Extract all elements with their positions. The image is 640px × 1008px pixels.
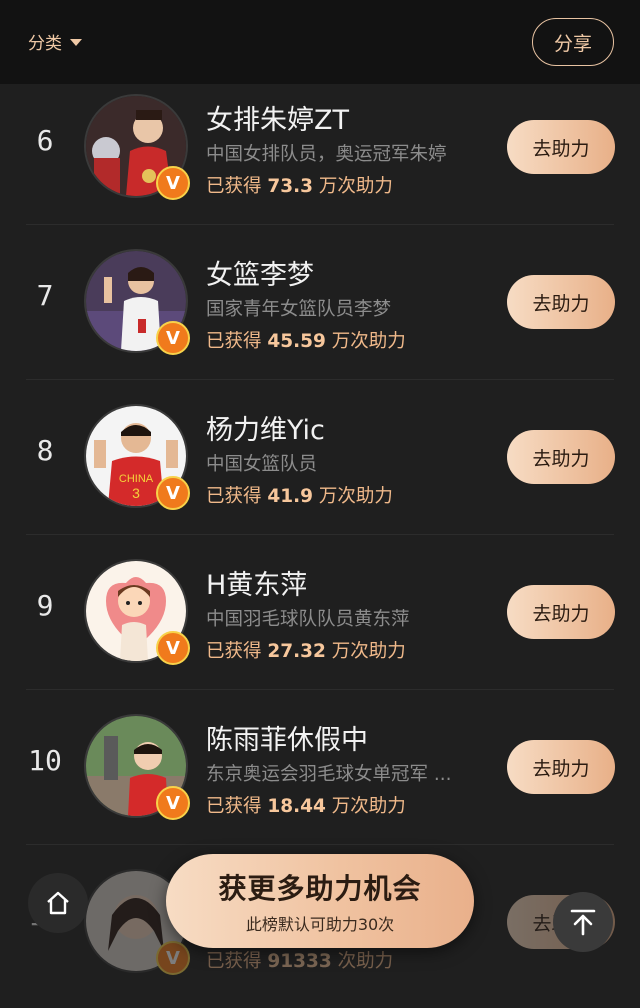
rank-number: 10 [28, 744, 62, 777]
back-to-top-button[interactable] [553, 892, 613, 952]
share-button[interactable]: 分享 [532, 18, 614, 66]
list-item: 10 V 陈雨菲休假中 东京奥运会羽毛球女单冠军 ... 已获得 18.44 万… [0, 690, 640, 845]
support-value: 18.44 [267, 796, 326, 817]
cta-title: 获更多助力机会 [218, 872, 422, 905]
support-count: 已获得 45.59 万次助力 [206, 331, 406, 352]
support-value: 41.9 [267, 486, 314, 507]
avatar[interactable]: V [84, 559, 190, 665]
verified-badge: V [156, 321, 190, 355]
avatar[interactable]: V [84, 249, 190, 355]
support-button[interactable]: 去助力 [507, 430, 615, 484]
home-button[interactable] [28, 873, 88, 933]
support-button[interactable]: 去助力 [507, 275, 615, 329]
support-count: 已获得 27.32 万次助力 [206, 641, 406, 662]
support-value: 27.32 [267, 641, 326, 662]
more-support-button[interactable]: 获更多助力机会 此榜默认可助力30次 [166, 854, 474, 948]
verified-badge: V [156, 786, 190, 820]
arrow-up-icon [570, 909, 596, 936]
list-item: 8 CHINA 3 V 杨力维Yic 中国女篮队员 已获得 41.9 万次助力 … [0, 380, 640, 535]
rank-number: 7 [36, 279, 54, 312]
user-name: 陈雨菲休假中 [206, 725, 368, 756]
avatar[interactable]: V [84, 714, 190, 820]
rank-number: 9 [36, 589, 54, 622]
top-bar: 分类 分享 [0, 0, 640, 84]
verified-badge: V [156, 941, 190, 975]
user-name: H黄东萍 [206, 570, 308, 601]
caret-down-icon [70, 39, 82, 46]
support-value: 73.3 [267, 176, 314, 197]
support-button[interactable]: 去助力 [507, 585, 615, 639]
rank-number: 6 [36, 124, 54, 157]
home-icon [47, 891, 69, 915]
category-dropdown[interactable]: 分类 [28, 26, 82, 56]
user-name: 杨力维Yic [206, 415, 325, 446]
user-description: 中国女篮队员 [206, 454, 318, 475]
user-description: 中国女排队员，奥运冠军朱婷 [206, 144, 447, 165]
avatar[interactable]: V [84, 94, 190, 200]
ranking-page: 分类 分享 6 V 女排朱婷ZT 中国女排队员，奥运冠军朱婷 已获得 73.3 … [0, 0, 640, 1008]
rank-number: 8 [36, 434, 54, 467]
user-name: 女排朱婷ZT [206, 105, 349, 136]
verified-badge: V [156, 476, 190, 510]
svg-text:3: 3 [132, 485, 140, 501]
category-label: 分类 [28, 33, 62, 54]
user-description: 国家青年女篮队员李梦 [206, 299, 392, 320]
support-value: 45.59 [267, 331, 326, 352]
verified-badge: V [156, 166, 190, 200]
svg-text:CHINA: CHINA [119, 473, 154, 485]
support-value: 91333 [267, 951, 332, 972]
list-item: 6 V 女排朱婷ZT 中国女排队员，奥运冠军朱婷 已获得 73.3 万次助力 去… [0, 70, 640, 225]
support-count: 已获得 91333 次助力 [206, 951, 394, 972]
avatar[interactable]: CHINA 3 V [84, 404, 190, 510]
cta-subtitle: 此榜默认可助力30次 [245, 915, 395, 934]
list-item: 7 V 女篮李梦 国家青年女篮队员李梦 已获得 45.59 万次助力 去助力 [0, 225, 640, 380]
verified-badge: V [156, 631, 190, 665]
support-button[interactable]: 去助力 [507, 120, 615, 174]
list-item: 9 V H黄东萍 中国羽毛球队队员黄东萍 已获得 27.32 万次助力 去助力 [0, 535, 640, 690]
user-description: 东京奥运会羽毛球女单冠军 ... [206, 764, 452, 785]
user-name: 女篮李梦 [206, 260, 314, 291]
user-description: 中国羽毛球队队员黄东萍 [206, 609, 410, 630]
support-count: 已获得 41.9 万次助力 [206, 486, 393, 507]
support-count: 已获得 73.3 万次助力 [206, 176, 393, 197]
support-count: 已获得 18.44 万次助力 [206, 796, 406, 817]
support-button[interactable]: 去助力 [507, 740, 615, 794]
